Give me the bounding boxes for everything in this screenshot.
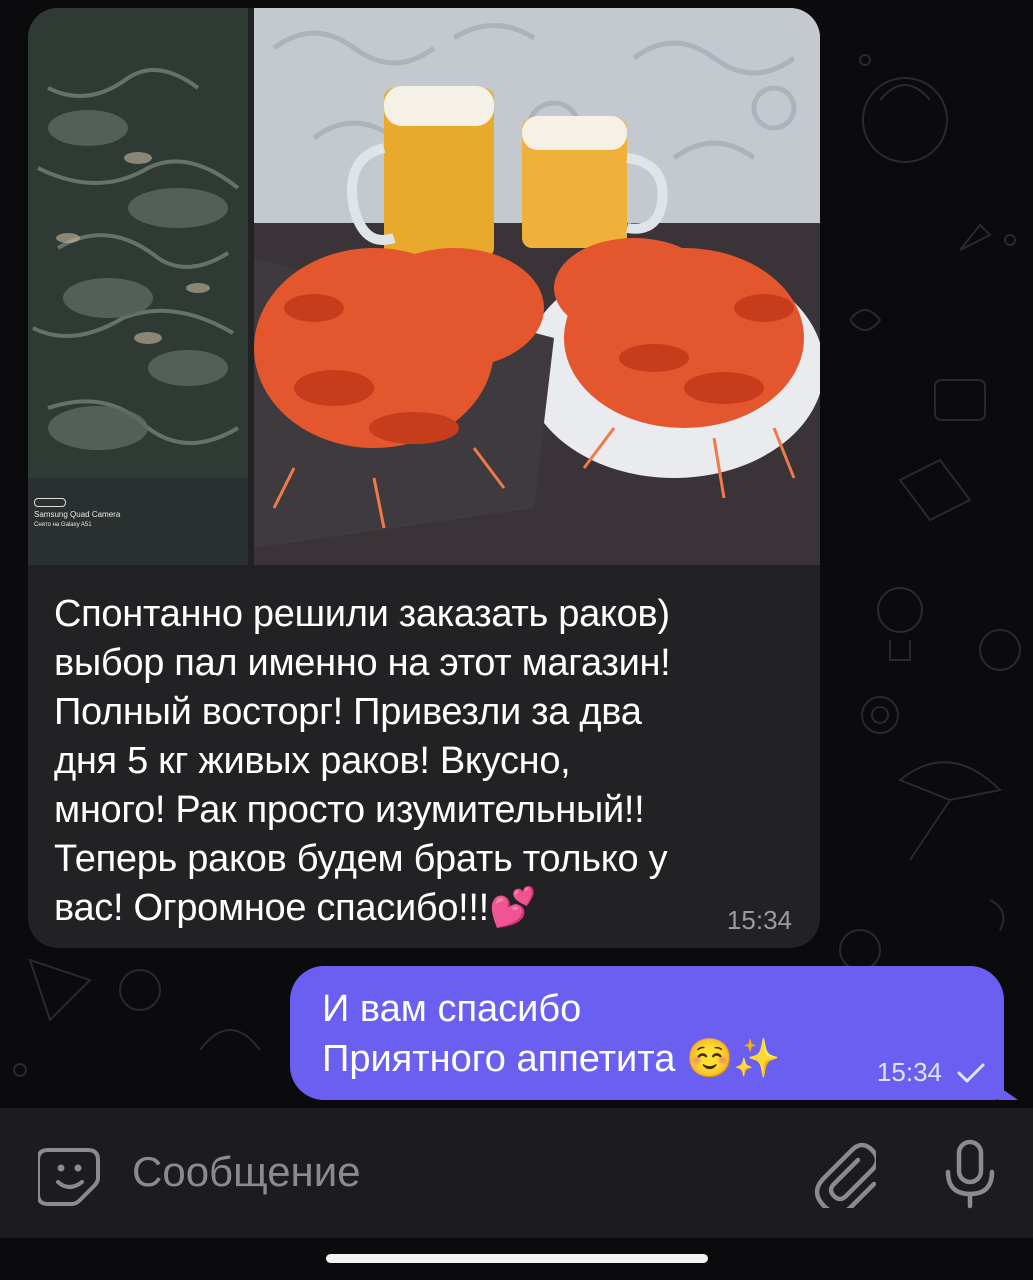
outgoing-line-1: И вам спасибо: [322, 988, 582, 1030]
cooked-crayfish-image: [254, 8, 820, 565]
message-line: Полный восторг! Привезли за два: [54, 691, 642, 733]
outgoing-message-text: И вам спасибо Приятного аппетита ☺️✨: [322, 984, 781, 1084]
outgoing-message-meta: 15:34: [877, 1057, 986, 1088]
crayfish-live-photo[interactable]: Samsung Quad Camera Снято на Galaxy A51: [28, 8, 248, 565]
camera-watermark: Samsung Quad Camera Снято на Galaxy A51: [34, 498, 120, 530]
camera-caption-line1: Samsung Quad Camera: [34, 510, 121, 519]
message-input[interactable]: Сообщение: [132, 1148, 361, 1196]
home-indicator[interactable]: [326, 1254, 708, 1263]
incoming-message-text: Спонтанно решили заказать раков) выбор п…: [54, 590, 784, 933]
outgoing-bubble-tail: [998, 1086, 1018, 1100]
message-line: дня 5 кг живых раков! Вкусно,: [54, 740, 571, 782]
live-crayfish-image: [28, 8, 248, 565]
outgoing-line-2: Приятного аппетита ☺️✨: [322, 1038, 781, 1080]
paperclip-icon[interactable]: [812, 1140, 876, 1208]
message-line: вас! Огромное спасибо!!!💕: [54, 887, 536, 929]
message-line: выбор пал именно на этот магазин!: [54, 642, 671, 684]
outgoing-message-time: 15:34: [876, 1057, 942, 1087]
incoming-message-time: 15:34: [726, 905, 792, 935]
message-line: много! Рак просто изумительный!!: [54, 789, 645, 831]
incoming-message-bubble[interactable]: Samsung Quad Camera Снято на Galaxy A51: [28, 8, 820, 948]
message-line: Спонтанно решили заказать раков): [54, 593, 670, 635]
microphone-icon[interactable]: [940, 1138, 1000, 1210]
sticker-smile-icon[interactable]: [38, 1144, 104, 1206]
camera-caption-line2: Снято на Galaxy A51: [34, 522, 92, 528]
single-check-icon: [957, 1063, 985, 1082]
camera-logo-icon: [34, 498, 66, 507]
message-line: Теперь раков будем брать только у: [54, 838, 668, 880]
outgoing-message-bubble[interactable]: И вам спасибо Приятного аппетита ☺️✨ 15:…: [290, 966, 1004, 1100]
cooked-crayfish-beer-photo[interactable]: [254, 8, 820, 565]
